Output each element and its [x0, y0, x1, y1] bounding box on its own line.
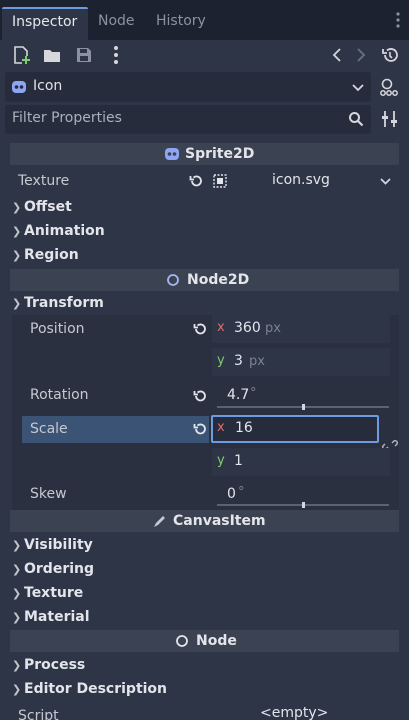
object-history-icon[interactable]: [379, 44, 401, 66]
category-process[interactable]: ❯ Process: [12, 654, 85, 676]
node-info-icon[interactable]: [378, 76, 400, 98]
axis-y-label: y: [217, 353, 225, 368]
rotation-value: 4.7: [227, 387, 250, 403]
scale-x-field[interactable]: x 16: [211, 415, 379, 443]
position-x-field[interactable]: x 360 px: [212, 315, 390, 343]
sprite2d-icon: [164, 146, 180, 162]
texture-label: Texture: [18, 173, 70, 189]
position-y-unit: px: [249, 354, 265, 369]
history-forward-icon[interactable]: [354, 46, 368, 64]
skew-value: 0: [227, 486, 236, 502]
revert-icon[interactable]: [192, 388, 208, 404]
texture-value[interactable]: icon.svg: [272, 172, 330, 188]
section-header-node2d[interactable]: Node2D: [10, 269, 399, 291]
tab-node[interactable]: Node: [98, 6, 135, 36]
section-label-sprite2d: Sprite2D: [185, 146, 255, 162]
chevron-right-icon: ❯: [12, 611, 22, 624]
position-label: Position: [30, 321, 85, 337]
chevron-right-icon: ❯: [12, 539, 22, 552]
scale-y-field[interactable]: y 1: [212, 448, 390, 476]
canvasitem-icon: [152, 514, 167, 529]
section-header-canvasitem[interactable]: CanvasItem: [10, 510, 399, 532]
chevron-right-icon: ❯: [12, 201, 22, 214]
rotation-unit: °: [250, 386, 257, 401]
scale-x-value[interactable]: 16: [235, 420, 253, 436]
section-header-node[interactable]: Node: [10, 630, 399, 652]
rotation-label: Rotation: [30, 387, 89, 403]
open-folder-icon[interactable]: [41, 44, 63, 66]
dock-tab-bar: Inspector Node History: [0, 0, 409, 40]
object-selector[interactable]: Icon: [5, 72, 371, 102]
chevron-down-icon: ❯: [12, 297, 22, 310]
tab-history[interactable]: History: [156, 6, 206, 36]
axis-y-label: y: [217, 453, 225, 468]
position-x-unit: px: [265, 321, 281, 336]
chevron-right-icon: ❯: [12, 659, 22, 672]
save-icon[interactable]: [73, 44, 95, 66]
section-label-canvasitem: CanvasItem: [173, 513, 266, 529]
skew-unit: °: [238, 485, 245, 500]
position-y-value: 3: [234, 353, 243, 369]
property-settings-icon[interactable]: [379, 108, 401, 130]
new-resource-icon[interactable]: [10, 44, 32, 66]
position-x-value: 360: [234, 320, 261, 336]
category-animation[interactable]: ❯ Animation: [12, 220, 105, 242]
category-editor-description[interactable]: ❯ Editor Description: [12, 678, 167, 700]
texture-thumbnail-icon: [212, 173, 228, 189]
category-texture[interactable]: ❯ Texture: [12, 582, 83, 604]
filter-placeholder: Filter Properties: [12, 110, 122, 126]
category-offset[interactable]: ❯ Offset: [12, 196, 72, 218]
texture-dropdown-chevron-icon[interactable]: [380, 177, 391, 186]
chevron-right-icon: ❯: [12, 683, 22, 696]
scale-y-value: 1: [234, 453, 243, 469]
revert-icon[interactable]: [192, 321, 208, 337]
section-label-node2d: Node2D: [187, 272, 250, 288]
section-label-node: Node: [196, 633, 237, 649]
tab-inspector[interactable]: Inspector: [2, 7, 88, 40]
category-visibility[interactable]: ❯ Visibility: [12, 534, 93, 556]
category-ordering[interactable]: ❯ Ordering: [12, 558, 94, 580]
axis-x-label: x: [217, 320, 225, 335]
node2d-icon: [166, 273, 180, 287]
script-label: Script: [18, 708, 59, 720]
rotation-slider-knob[interactable]: [302, 404, 305, 410]
category-material[interactable]: ❯ Material: [12, 606, 90, 628]
chevron-right-icon: ❯: [12, 563, 22, 576]
skew-field[interactable]: 0 °: [212, 481, 390, 509]
object-selector-value: Icon: [33, 78, 63, 94]
script-value[interactable]: <empty>: [260, 705, 328, 720]
rotation-field[interactable]: 4.7 °: [212, 382, 390, 410]
filter-properties-input[interactable]: Filter Properties: [5, 105, 371, 134]
skew-label: Skew: [30, 486, 67, 502]
category-region[interactable]: ❯ Region: [12, 244, 79, 266]
more-options-icon[interactable]: [109, 45, 123, 65]
scale-label: Scale: [30, 421, 68, 437]
chevron-right-icon: ❯: [12, 587, 22, 600]
chevron-down-icon: [352, 82, 364, 92]
dock-menu-icon[interactable]: [393, 11, 403, 29]
search-icon: [348, 111, 364, 127]
section-header-sprite2d[interactable]: Sprite2D: [10, 143, 399, 165]
revert-icon[interactable]: [188, 173, 204, 189]
chevron-right-icon: ❯: [12, 249, 22, 262]
category-transform[interactable]: ❯ Transform: [12, 292, 104, 314]
position-y-field[interactable]: y 3 px: [212, 348, 390, 376]
chevron-right-icon: ❯: [12, 225, 22, 238]
axis-x-label: x: [217, 420, 225, 435]
godot-icon: [11, 79, 27, 95]
revert-icon[interactable]: [192, 421, 208, 437]
node-icon: [175, 634, 189, 648]
skew-slider-knob[interactable]: [302, 502, 305, 508]
history-back-icon[interactable]: [330, 46, 344, 64]
